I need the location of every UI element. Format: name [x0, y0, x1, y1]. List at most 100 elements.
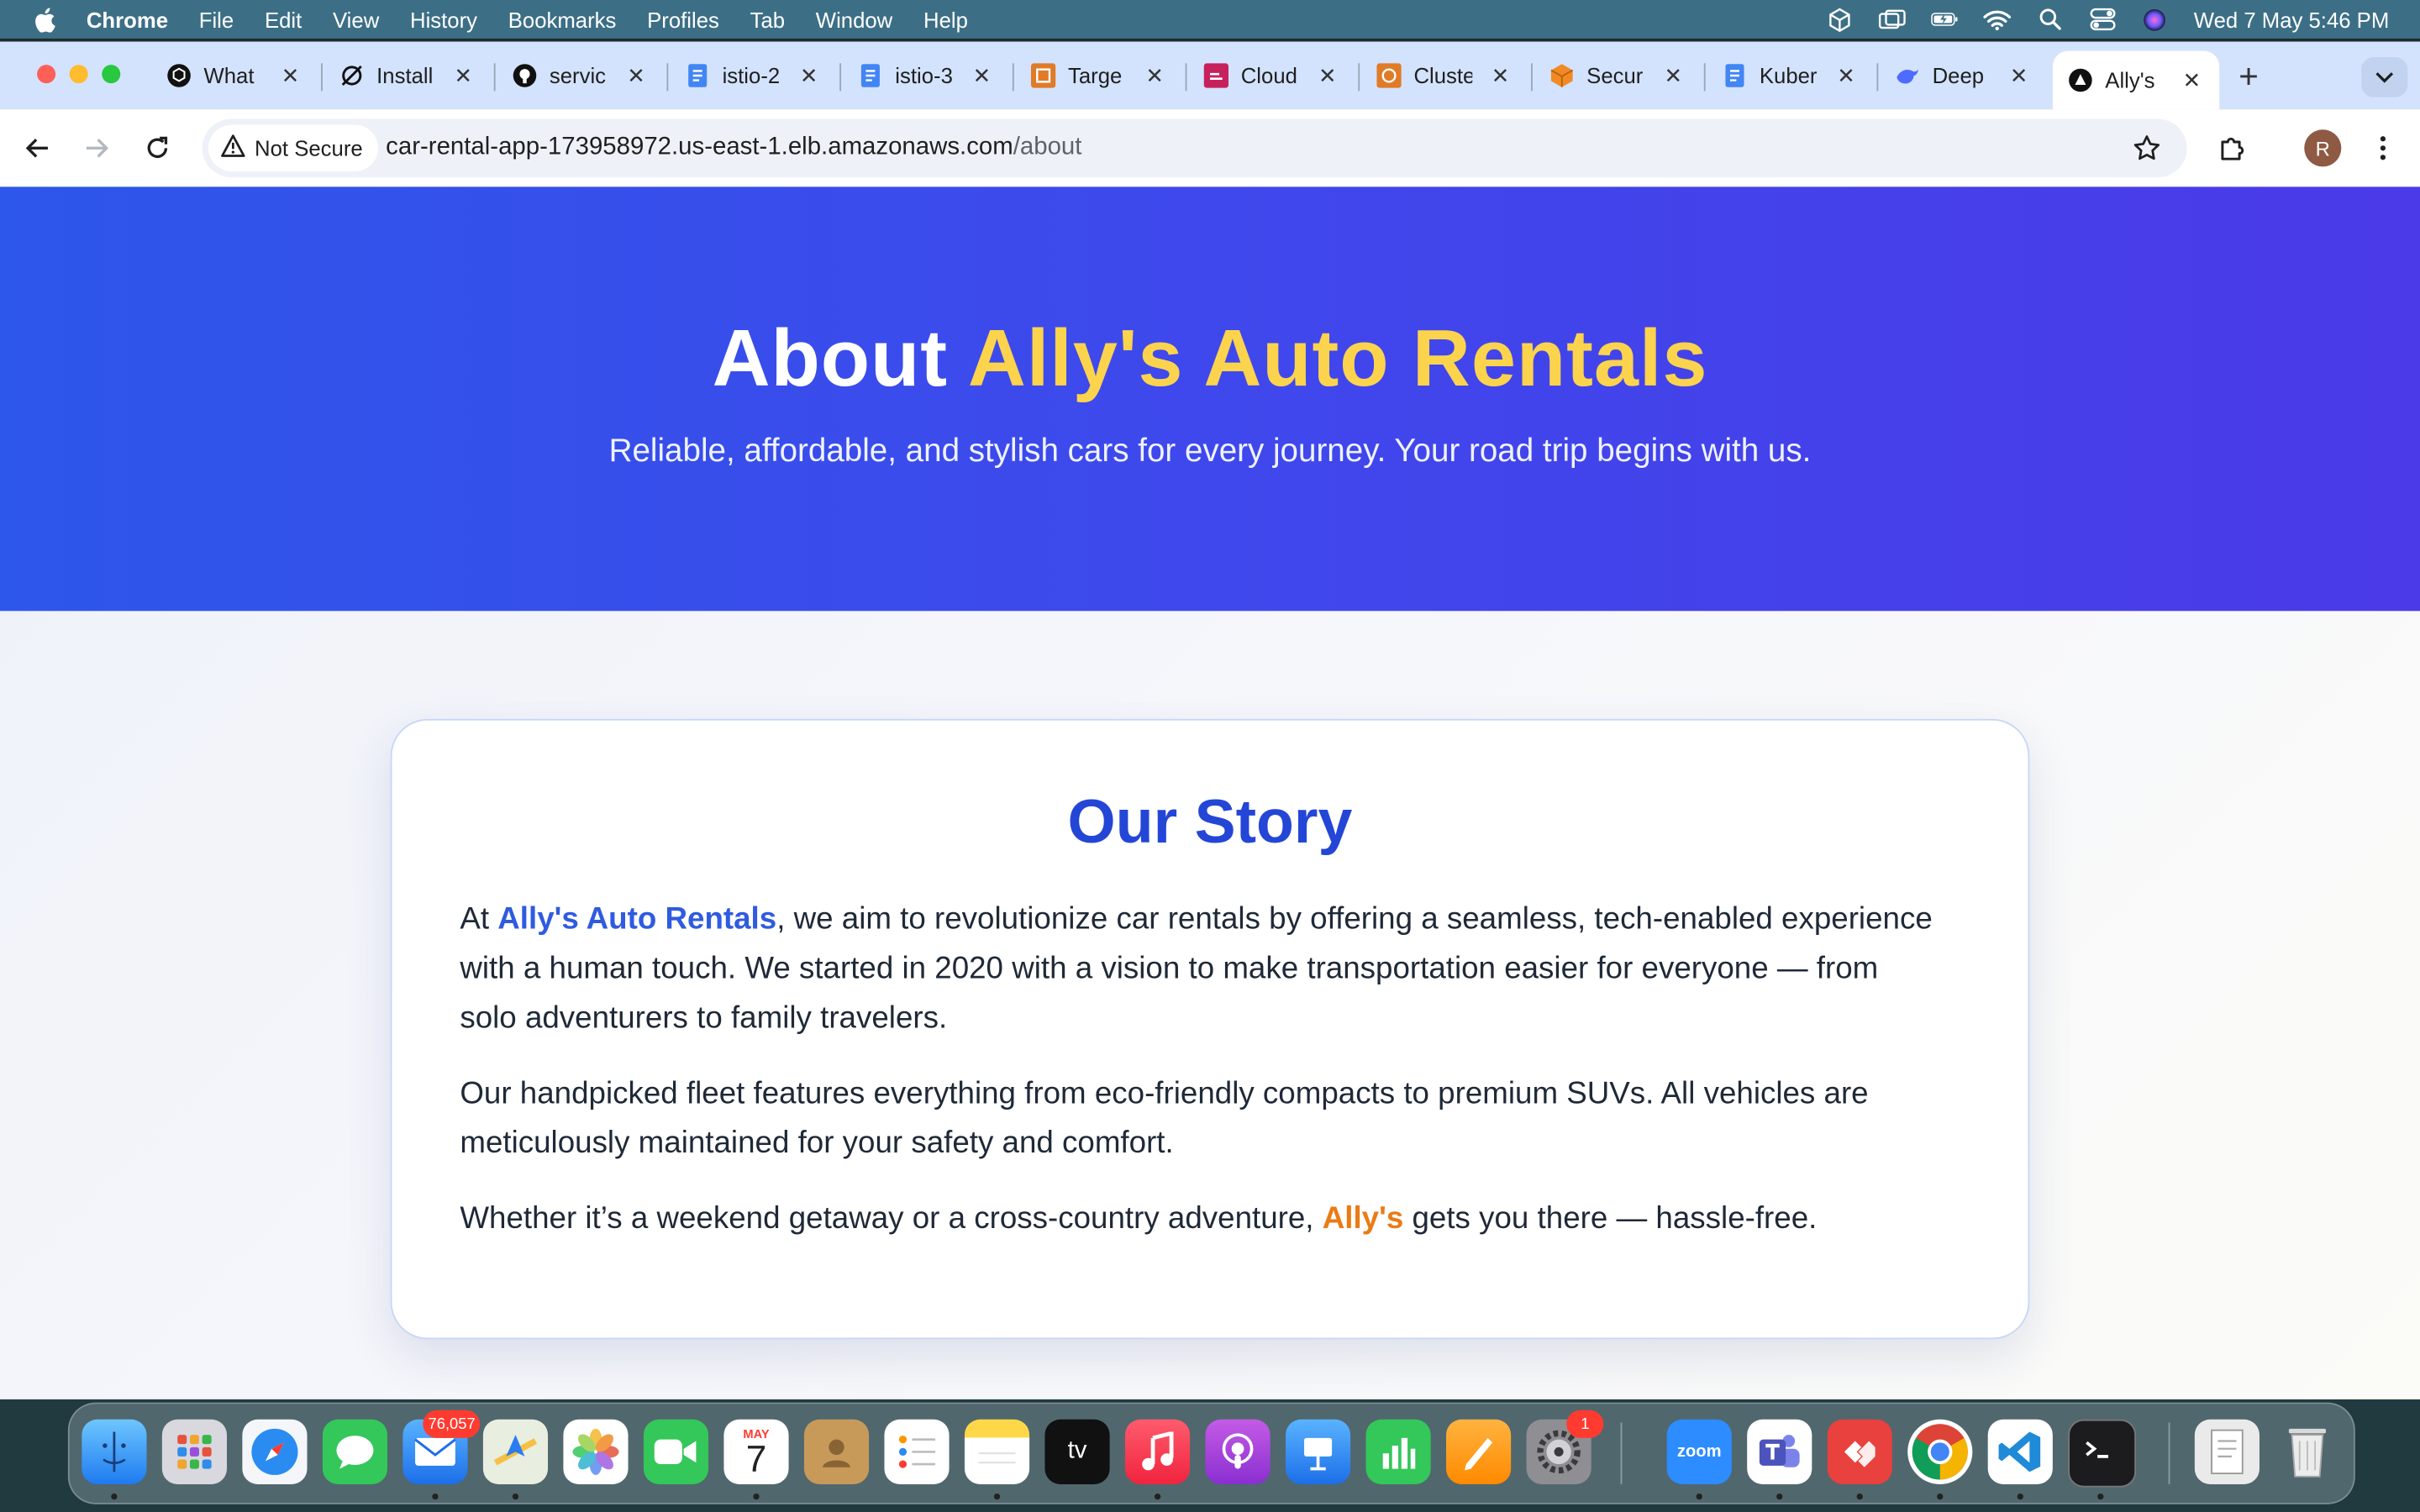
tab-close-icon[interactable]: ✕	[454, 62, 472, 88]
more-menu-icon[interactable]	[2366, 131, 2400, 165]
finder-icon[interactable]	[82, 1419, 147, 1484]
launchpad-icon[interactable]	[161, 1419, 228, 1484]
cube-icon	[1549, 63, 1574, 87]
tab-install[interactable]: Install ✕	[324, 54, 491, 97]
link-icon	[339, 63, 364, 87]
terminal-icon[interactable]	[2068, 1419, 2137, 1488]
tab-close-icon[interactable]: ✕	[1318, 62, 1337, 88]
facetime-icon[interactable]	[643, 1419, 709, 1484]
screen-mirroring-icon[interactable]	[1879, 8, 1907, 30]
minimize-window-button[interactable]	[69, 65, 88, 84]
tab-close-icon[interactable]: ✕	[800, 62, 818, 88]
tab-separator	[321, 63, 323, 92]
notes-icon[interactable]	[964, 1419, 1030, 1484]
keynote-icon[interactable]	[1286, 1419, 1351, 1484]
tab-cluster[interactable]: Cluste ✕	[1361, 54, 1528, 97]
tab-kuber[interactable]: Kuber ✕	[1707, 54, 1873, 97]
tab-title: istio-2	[722, 63, 781, 88]
pages-icon[interactable]	[1446, 1419, 1512, 1484]
tab-separator	[1876, 63, 1879, 92]
profile-avatar[interactable]: R	[2304, 129, 2342, 167]
photos-icon[interactable]	[563, 1419, 629, 1484]
new-tab-plus-icon[interactable]: +	[2232, 57, 2265, 97]
menu-app-name[interactable]: Chrome	[87, 7, 168, 31]
wifi-icon[interactable]	[1984, 8, 2012, 30]
aws-icon	[1030, 63, 1056, 88]
numbers-icon[interactable]	[1365, 1419, 1431, 1484]
reload-icon[interactable]	[140, 131, 174, 165]
podcasts-icon[interactable]	[1205, 1419, 1270, 1484]
tab-secur[interactable]: Secur ✕	[1534, 54, 1701, 97]
tab-title: Deep	[1932, 63, 1985, 88]
control-center-icon[interactable]	[2089, 8, 2117, 31]
extensions-puzzle-icon[interactable]	[2215, 131, 2249, 165]
tab-title: What	[203, 63, 255, 88]
bookmark-star-icon[interactable]	[2132, 133, 2163, 164]
vscode-icon[interactable]	[1987, 1419, 2053, 1484]
contacts-icon[interactable]	[803, 1419, 870, 1484]
tab-istio-2[interactable]: istio-2 ✕	[670, 54, 836, 97]
siri-icon[interactable]	[2141, 8, 2169, 30]
chrome-icon[interactable]	[1907, 1419, 1973, 1484]
url-text[interactable]: car-rental-app-173958972.us-east-1.elb.a…	[386, 134, 1081, 162]
apple-menu-icon[interactable]	[31, 5, 59, 33]
box-status-icon[interactable]	[1827, 7, 1854, 32]
tab-what[interactable]: What ✕	[151, 54, 318, 97]
brand-highlight: Ally's Auto Rentals	[497, 902, 777, 937]
story-paragraph-1: At Ally's Auto Rentals, we aim to revolu…	[460, 895, 1941, 1042]
tab-istio-3[interactable]: istio-3 ✕	[843, 54, 1009, 97]
safari-icon[interactable]	[242, 1419, 308, 1484]
tab-servic[interactable]: servic ✕	[497, 54, 663, 97]
tab-close-icon[interactable]: ✕	[1664, 62, 1682, 88]
battery-icon[interactable]	[1932, 8, 1960, 30]
tab-close-icon[interactable]: ✕	[281, 62, 300, 88]
story-text: gets you there — hassle-free.	[1403, 1201, 1818, 1236]
menu-window[interactable]: Window	[816, 7, 892, 31]
fullscreen-window-button[interactable]	[102, 65, 121, 84]
music-icon[interactable]	[1124, 1419, 1191, 1484]
teams-icon[interactable]	[1747, 1419, 1812, 1484]
brand-highlight-orange: Ally's	[1322, 1201, 1404, 1236]
messages-icon[interactable]	[322, 1419, 388, 1484]
mail-icon[interactable]: 76,057	[402, 1410, 481, 1484]
tab-close-icon[interactable]: ✕	[627, 62, 645, 88]
menu-bookmarks[interactable]: Bookmarks	[508, 7, 617, 31]
menu-help[interactable]: Help	[923, 7, 968, 31]
tab-allys-active[interactable]: Ally's ✕	[2052, 50, 2220, 110]
menu-tab[interactable]: Tab	[750, 7, 785, 31]
trash-icon[interactable]	[2275, 1420, 2339, 1484]
spotlight-search-icon[interactable]	[2036, 8, 2064, 30]
maps-icon[interactable]	[482, 1419, 549, 1484]
tab-search-chevron-icon[interactable]	[2361, 56, 2408, 97]
menu-profiles[interactable]: Profiles	[647, 7, 719, 31]
calendar-icon[interactable]: MAY 7	[723, 1419, 789, 1484]
menu-edit[interactable]: Edit	[265, 7, 302, 31]
address-bar[interactable]: Not Secure car-rental-app-173958972.us-e…	[202, 118, 2187, 178]
forward-arrow-icon[interactable]	[81, 131, 114, 165]
tab-cloud[interactable]: Cloud ✕	[1188, 54, 1355, 97]
menu-history[interactable]: History	[410, 7, 477, 31]
tab-deep[interactable]: Deep ✕	[1880, 54, 2046, 97]
tab-close-icon[interactable]: ✕	[973, 62, 992, 88]
anydesk-icon[interactable]	[1827, 1419, 1892, 1484]
tab-target[interactable]: Targe ✕	[1016, 54, 1182, 97]
tab-close-icon[interactable]: ✕	[2010, 62, 2028, 88]
story-text: At	[460, 902, 498, 937]
system-settings-gear-icon[interactable]: 1	[1526, 1410, 1604, 1484]
tab-close-icon[interactable]: ✕	[1491, 62, 1510, 88]
url-host: car-rental-app-173958972.us-east-1.elb.a…	[386, 134, 1013, 161]
back-arrow-icon[interactable]	[20, 131, 54, 165]
zoom-icon[interactable]: zoom	[1666, 1419, 1732, 1484]
menubar-clock[interactable]: Wed 7 May 5:46 PM	[2194, 7, 2389, 31]
security-indicator[interactable]: Not Secure	[208, 124, 379, 171]
menu-file[interactable]: File	[199, 7, 234, 31]
tab-close-icon[interactable]: ✕	[1837, 62, 1855, 88]
menu-view[interactable]: View	[333, 7, 379, 31]
document-stack-icon[interactable]	[2194, 1419, 2260, 1484]
reminders-icon[interactable]	[884, 1419, 950, 1484]
close-window-button[interactable]	[37, 65, 56, 84]
tab-close-icon[interactable]: ✕	[2183, 67, 2202, 93]
tab-close-icon[interactable]: ✕	[1145, 62, 1164, 88]
apple-tv-icon[interactable]: tv	[1044, 1419, 1110, 1484]
tab-strip: What ✕ Install ✕ servic ✕ istio-2 ✕ isti…	[0, 41, 2420, 110]
